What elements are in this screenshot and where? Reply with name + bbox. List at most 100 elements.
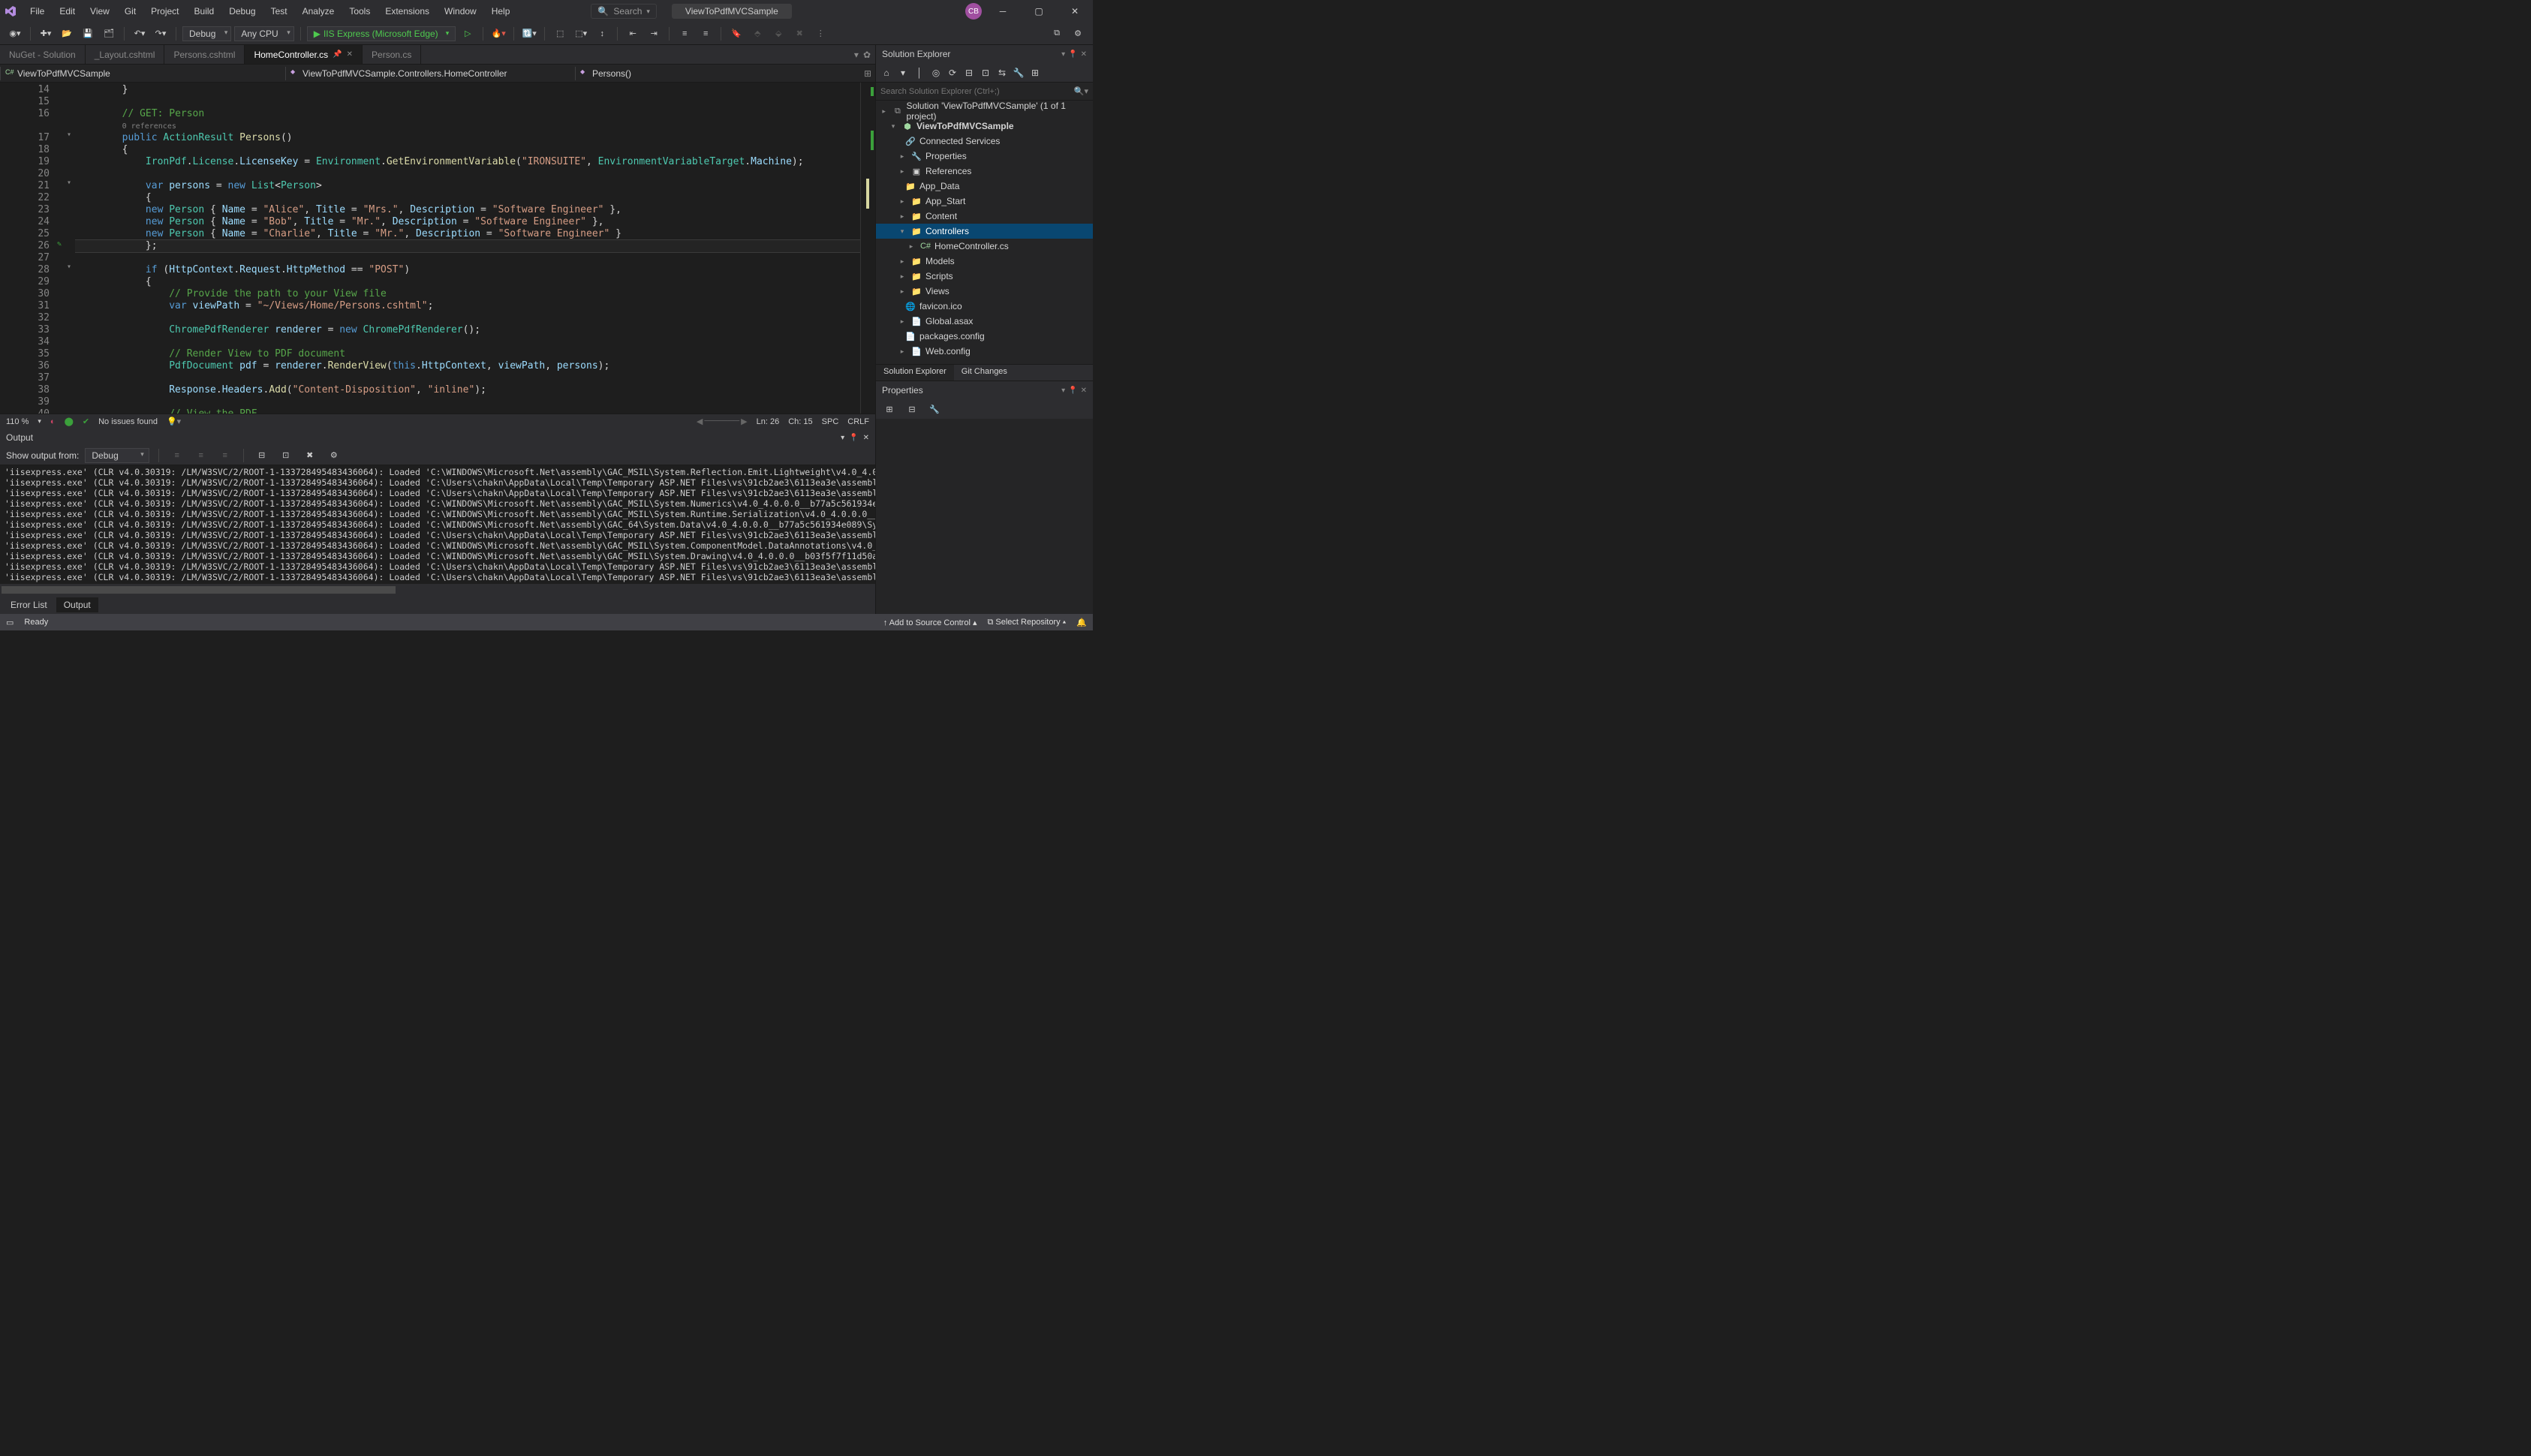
output-wrap-button[interactable]: ≡ [192,447,210,465]
sol-sync-button[interactable]: ◎ [928,64,943,82]
close-icon[interactable]: ✕ [347,50,353,59]
tree-controllers[interactable]: ▾📁Controllers [876,224,1093,239]
menu-project[interactable]: Project [145,3,185,20]
maximize-button[interactable]: ▢ [1024,0,1054,23]
output-clear2-button[interactable]: ✖ [301,447,319,465]
tree-models[interactable]: ▸📁Models [876,254,1093,269]
solution-search[interactable]: 🔍▾ [876,83,1093,101]
nav-split-button[interactable]: ⊞ [860,68,875,79]
props-alpha-button[interactable]: ⊟ [903,400,921,418]
tree-scripts[interactable]: ▸📁Scripts [876,269,1093,284]
tree-global-asax[interactable]: ▸📄Global.asax [876,314,1093,329]
solution-tree[interactable]: ▸⧉Solution 'ViewToPdfMVCSample' (1 of 1 … [876,101,1093,364]
add-source-control[interactable]: ↑ Add to Source Control ▴ [883,618,977,627]
tb-icon-2[interactable]: ⬚▾ [572,25,590,43]
nav-class-dropdown[interactable]: ViewToPdfMVCSample.Controllers.HomeContr… [285,67,575,80]
menu-tools[interactable]: Tools [343,3,376,20]
sol-filter-button[interactable]: ⊟ [962,64,977,82]
tree-properties[interactable]: ▸🔧Properties [876,149,1093,164]
toolbar-overflow-button[interactable]: ⋮ [811,25,829,43]
zoom-chevron-icon[interactable]: ▾ [38,417,41,426]
sol-switch-button[interactable]: ▾ [895,64,910,82]
output-wrap2-button[interactable]: ≡ [216,447,234,465]
save-button[interactable]: 💾 [79,25,97,43]
menu-test[interactable]: Test [265,3,293,20]
tab-layout[interactable]: _Layout.cshtml [86,45,165,64]
output-toggle1-button[interactable]: ⊟ [253,447,271,465]
search-box[interactable]: 🔍 Search ▾ [591,4,657,19]
nav-back-button[interactable]: ◉▾ [6,25,24,43]
output-clear-button[interactable]: ≡ [168,447,186,465]
tb-icon-3[interactable]: ↕ [593,25,611,43]
menu-debug[interactable]: Debug [223,3,261,20]
panel-pin-button[interactable]: 📍 [1068,50,1077,59]
output-pin-button[interactable]: 📍 [849,434,858,442]
config-dropdown[interactable]: Debug [182,26,231,41]
open-button[interactable]: 📂 [58,25,76,43]
minimize-button[interactable]: ─ [988,0,1018,23]
hot-reload-button[interactable]: 🔥▾ [489,25,507,43]
menu-help[interactable]: Help [486,3,516,20]
indent-button[interactable]: ≡ [676,25,694,43]
tab-homecontroller[interactable]: HomeController.cs📌✕ [245,45,363,64]
save-all-button[interactable]: 🗂 [100,25,118,43]
tab-error-list[interactable]: Error List [3,597,55,612]
output-source-dropdown[interactable]: Debug [85,448,149,463]
error-indicator-icon[interactable]: ◐ [50,417,56,426]
zoom-level[interactable]: 110 % [6,417,29,426]
props-close-button[interactable]: ✕ [1081,387,1087,395]
fold-column[interactable]: ▾▾▾ [63,83,75,414]
tree-packages-config[interactable]: 📄packages.config [876,329,1093,344]
tab-git-changes[interactable]: Git Changes [954,365,1015,381]
sol-collapse-button[interactable]: ⇆ [995,64,1010,82]
output-close-button[interactable]: ✕ [863,434,869,442]
overview-ruler[interactable] [860,83,875,414]
tab-output[interactable]: Output [56,597,98,612]
menu-analyze[interactable]: Analyze [296,3,341,20]
props-pin-button[interactable]: 📍 [1068,387,1077,395]
panel-close-button[interactable]: ✕ [1081,50,1087,59]
user-avatar[interactable]: CB [965,3,982,20]
tabs-settings-button[interactable]: ✿ [863,50,871,60]
outdent-button[interactable]: ≡ [697,25,715,43]
menu-view[interactable]: View [84,3,116,20]
build-status-icon[interactable]: ⬤ [65,417,74,426]
tree-connected-services[interactable]: 🔗Connected Services [876,134,1093,149]
nav-project-dropdown[interactable]: ViewToPdfMVCSample [0,67,285,80]
sol-properties-button[interactable]: 🔧 [1011,64,1026,82]
nav-arrows[interactable]: ◀──────▶ [697,417,748,426]
output-settings-button[interactable]: ⚙ [325,447,343,465]
props-pages-button[interactable]: 🔧 [925,400,943,418]
tab-person-cs[interactable]: Person.cs [363,45,421,64]
tree-homecontroller[interactable]: ▸C#HomeController.cs [876,239,1093,254]
output-toggle2-button[interactable]: ⊡ [277,447,295,465]
tabs-overflow-button[interactable]: ▾ [854,50,859,60]
run-button[interactable]: IIS Express (Microsoft Edge)▾ [307,26,456,41]
menu-window[interactable]: Window [438,3,483,20]
issues-text[interactable]: No issues found [98,417,158,426]
new-item-button[interactable]: ✚▾ [37,25,55,43]
tab-solution-explorer[interactable]: Solution Explorer [876,365,954,381]
tree-web-config[interactable]: ▸📄Web.config [876,344,1093,359]
nav-member-dropdown[interactable]: Persons() [575,67,860,80]
output-text[interactable]: 'iisexpress.exe' (CLR v4.0.30319: /LM/W3… [0,465,875,584]
live-share-button[interactable]: ⧉ [1048,25,1066,43]
bookmark-next-button[interactable]: ⬙ [769,25,787,43]
tab-nuget[interactable]: NuGet - Solution [0,45,86,64]
code-editor[interactable]: 1415161718192021222324252627282930313233… [0,83,875,414]
tab-persons-cshtml[interactable]: Persons.cshtml [164,45,245,64]
platform-dropdown[interactable]: Any CPU [234,26,293,41]
solution-search-input[interactable] [880,87,1074,96]
panel-dropdown-button[interactable]: ▾ [1061,50,1065,59]
bookmark-button[interactable]: 🔖 [727,25,745,43]
tree-app-data[interactable]: 📁App_Data [876,179,1093,194]
code-content[interactable]: } // GET: Person 0 references public Act… [75,83,860,414]
pin-icon[interactable]: 📌 [333,50,342,59]
props-dropdown-button[interactable]: ▾ [1061,387,1065,395]
tree-views[interactable]: ▸📁Views [876,284,1093,299]
properties-grid[interactable] [876,419,1093,614]
output-dropdown-button[interactable]: ▾ [841,434,844,442]
tree-favicon[interactable]: 🌐favicon.ico [876,299,1093,314]
feedback-button[interactable]: ⚙ [1069,25,1087,43]
sol-showall-button[interactable]: ⊡ [978,64,993,82]
